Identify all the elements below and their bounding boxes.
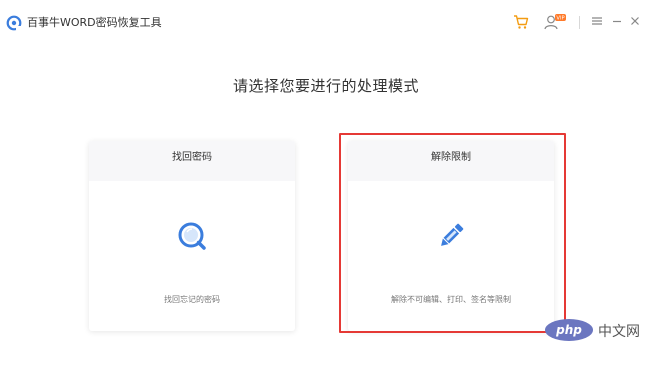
pencil-icon [441, 223, 464, 246]
page-heading: 请选择您要进行的处理模式 [232, 77, 419, 95]
close-icon[interactable] [628, 14, 642, 28]
mode-card-recover-password[interactable]: 找回密码 找回忘记的密码 [89, 141, 295, 331]
menu-icon[interactable] [590, 14, 604, 28]
mode-card-description: 找回忘记的密码 [164, 295, 220, 304]
mode-card-description: 解除不可编辑、打印、签名等限制 [391, 295, 511, 304]
app-logo-icon [6, 15, 22, 31]
user-vip-icon[interactable]: VIP [543, 13, 567, 31]
cart-icon[interactable] [512, 13, 530, 31]
window-title: 百事牛WORD密码恢复工具 [27, 16, 162, 29]
search-icon [178, 222, 206, 250]
mode-card-title: 解除限制 [348, 141, 554, 181]
php-logo-text: php [556, 323, 582, 337]
title-bar: 百事牛WORD密码恢复工具 VIP [0, 0, 652, 44]
mode-card-title: 找回密码 [89, 141, 295, 181]
watermark-text: 中文网 [598, 324, 640, 340]
minimize-icon[interactable] [610, 14, 624, 28]
titlebar-divider [579, 16, 580, 29]
mode-card-remove-restrictions[interactable]: 解除限制 解除不可编辑、打印、签名等限制 [348, 141, 554, 331]
user-badge: VIP [556, 16, 564, 22]
